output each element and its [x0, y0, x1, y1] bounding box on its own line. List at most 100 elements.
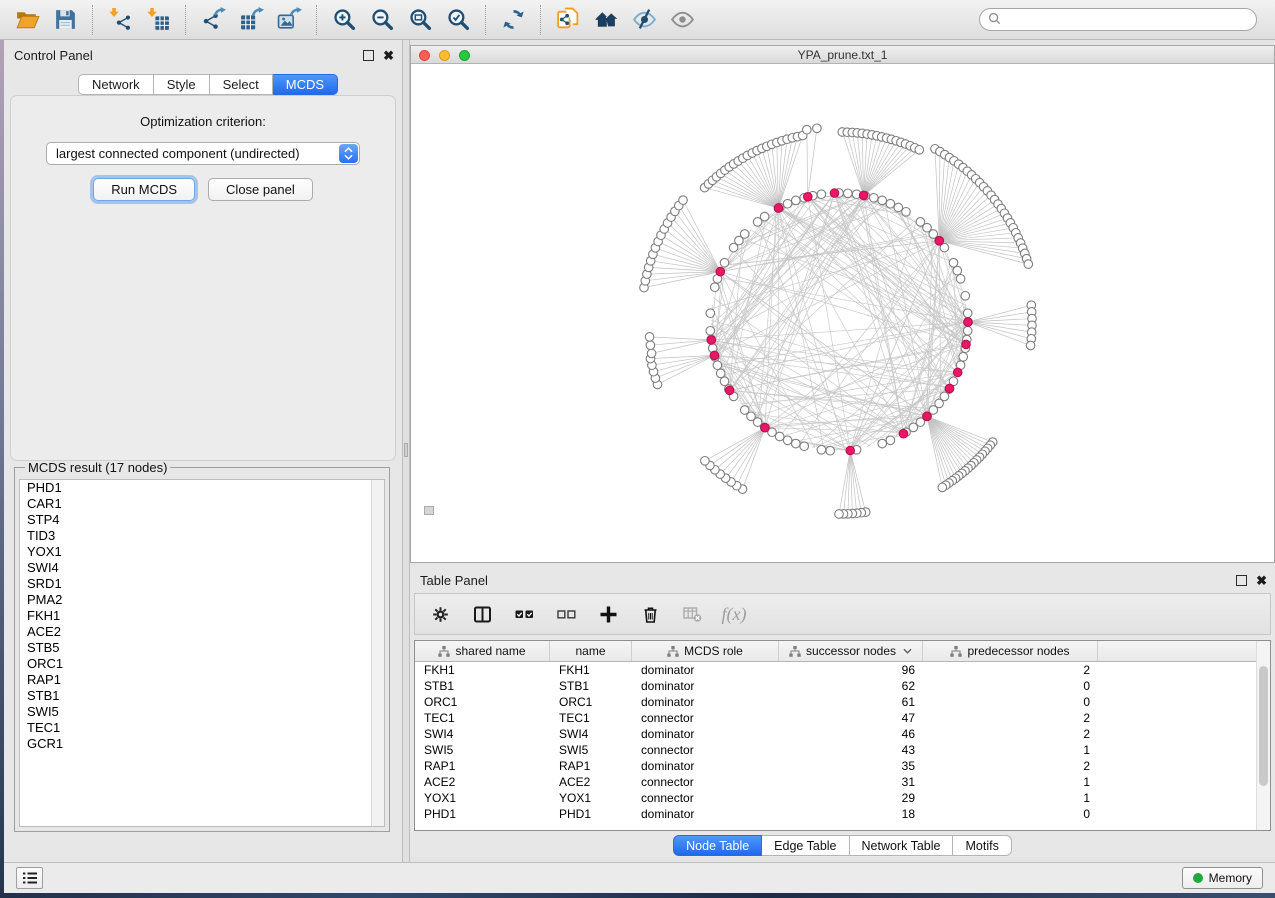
zoom-check-icon[interactable] [439, 3, 477, 37]
cell-MCDS-role[interactable]: connector [632, 742, 779, 758]
cell-predecessor-nodes[interactable]: 2 [923, 726, 1098, 742]
close-panel-button[interactable]: Close panel [208, 178, 313, 201]
cell-name[interactable]: ORC1 [550, 694, 632, 710]
cell-successor-nodes[interactable]: 61 [779, 694, 923, 710]
import-network-icon[interactable] [101, 3, 139, 37]
houses-icon[interactable] [587, 3, 625, 37]
table-row[interactable]: STB1STB1dominator620 [415, 678, 1270, 694]
result-node-item[interactable]: SWI4 [20, 560, 384, 576]
table-close-icon[interactable]: ✖ [1256, 575, 1267, 586]
result-node-item[interactable]: TEC1 [20, 720, 384, 736]
cell-MCDS-role[interactable]: dominator [632, 758, 779, 774]
cell-name[interactable]: TEC1 [550, 710, 632, 726]
result-node-item[interactable]: ACE2 [20, 624, 384, 640]
cell-MCDS-role[interactable]: connector [632, 790, 779, 806]
refresh-icon[interactable] [494, 3, 532, 37]
tab-select[interactable]: Select [210, 74, 273, 95]
column-header-successor-nodes[interactable]: successor nodes [779, 641, 923, 661]
cell-name[interactable]: FKH1 [550, 662, 632, 678]
tab-network-table[interactable]: Network Table [850, 835, 954, 856]
cell-name[interactable]: YOX1 [550, 790, 632, 806]
cell-shared-name[interactable]: SWI5 [415, 742, 550, 758]
cell-predecessor-nodes[interactable]: 1 [923, 742, 1098, 758]
save-floppy-icon[interactable] [46, 3, 84, 37]
table-scrollbar-thumb[interactable] [1259, 666, 1268, 786]
float-panel-icon[interactable] [363, 50, 374, 61]
column-header-predecessor-nodes[interactable]: predecessor nodes [923, 641, 1098, 661]
cell-predecessor-nodes[interactable]: 2 [923, 758, 1098, 774]
tab-node-table[interactable]: Node Table [673, 835, 762, 856]
close-panel-icon[interactable]: ✖ [383, 50, 394, 61]
cell-shared-name[interactable]: TEC1 [415, 710, 550, 726]
unchecked-boxes-icon[interactable] [553, 601, 579, 627]
search-input[interactable] [979, 8, 1257, 31]
table-row[interactable]: FKH1FKH1dominator962 [415, 662, 1270, 678]
result-node-item[interactable]: STP4 [20, 512, 384, 528]
result-node-item[interactable]: TID3 [20, 528, 384, 544]
column-header-shared-name[interactable]: shared name [415, 641, 550, 661]
table-row[interactable]: ORC1ORC1dominator610 [415, 694, 1270, 710]
cell-successor-nodes[interactable]: 62 [779, 678, 923, 694]
cell-successor-nodes[interactable]: 47 [779, 710, 923, 726]
zoom-in-icon[interactable] [325, 3, 363, 37]
cell-successor-nodes[interactable]: 96 [779, 662, 923, 678]
table-row[interactable]: SWI5SWI5connector431 [415, 742, 1270, 758]
cell-successor-nodes[interactable]: 35 [779, 758, 923, 774]
cell-MCDS-role[interactable]: connector [632, 710, 779, 726]
export-table-icon[interactable] [232, 3, 270, 37]
window-zoom-icon[interactable] [459, 50, 470, 61]
cell-MCDS-role[interactable]: dominator [632, 678, 779, 694]
eye-slash-icon[interactable] [625, 3, 663, 37]
table-row[interactable]: SWI4SWI4dominator462 [415, 726, 1270, 742]
cell-successor-nodes[interactable]: 43 [779, 742, 923, 758]
cell-MCDS-role[interactable]: dominator [632, 694, 779, 710]
plus-icon[interactable] [595, 601, 621, 627]
checked-boxes-icon[interactable] [511, 601, 537, 627]
cell-name[interactable]: SWI5 [550, 742, 632, 758]
result-node-item[interactable]: RAP1 [20, 672, 384, 688]
eye-icon[interactable] [663, 3, 701, 37]
cell-MCDS-role[interactable]: connector [632, 774, 779, 790]
cell-shared-name[interactable]: ACE2 [415, 774, 550, 790]
cell-shared-name[interactable]: SWI4 [415, 726, 550, 742]
tab-network[interactable]: Network [78, 74, 154, 95]
result-node-item[interactable]: PHD1 [20, 480, 384, 496]
table-row[interactable]: TEC1TEC1connector472 [415, 710, 1270, 726]
result-node-item[interactable]: SRD1 [20, 576, 384, 592]
cell-MCDS-role[interactable]: dominator [632, 662, 779, 678]
cell-name[interactable]: RAP1 [550, 758, 632, 774]
result-node-item[interactable]: FKH1 [20, 608, 384, 624]
network-graph-canvas[interactable] [411, 64, 1274, 562]
tab-style[interactable]: Style [154, 74, 210, 95]
cell-name[interactable]: PHD1 [550, 806, 632, 822]
table-scrollbar[interactable] [1256, 641, 1270, 830]
cell-name[interactable]: ACE2 [550, 774, 632, 790]
cell-predecessor-nodes[interactable]: 0 [923, 694, 1098, 710]
window-minimize-icon[interactable] [439, 50, 450, 61]
zoom-out-icon[interactable] [363, 3, 401, 37]
cell-predecessor-nodes[interactable]: 2 [923, 710, 1098, 726]
cell-name[interactable]: STB1 [550, 678, 632, 694]
export-network-icon[interactable] [194, 3, 232, 37]
window-close-icon[interactable] [419, 50, 430, 61]
cell-name[interactable]: SWI4 [550, 726, 632, 742]
open-folder-icon[interactable] [8, 3, 46, 37]
export-image-icon[interactable] [270, 3, 308, 37]
trash-icon[interactable] [637, 601, 663, 627]
result-node-item[interactable]: PMA2 [20, 592, 384, 608]
zoom-fit-icon[interactable] [401, 3, 439, 37]
table-row[interactable]: RAP1RAP1dominator352 [415, 758, 1270, 774]
table-row[interactable]: PHD1PHD1dominator180 [415, 806, 1270, 822]
documents-share-icon[interactable] [549, 3, 587, 37]
cell-shared-name[interactable]: PHD1 [415, 806, 550, 822]
splitter-grip[interactable] [404, 443, 408, 457]
result-node-item[interactable]: ORC1 [20, 656, 384, 672]
run-mcds-button[interactable]: Run MCDS [93, 178, 195, 201]
cell-successor-nodes[interactable]: 18 [779, 806, 923, 822]
cell-predecessor-nodes[interactable]: 0 [923, 806, 1098, 822]
cell-predecessor-nodes[interactable]: 2 [923, 662, 1098, 678]
cell-MCDS-role[interactable]: dominator [632, 726, 779, 742]
cell-predecessor-nodes[interactable]: 1 [923, 790, 1098, 806]
table-row[interactable]: ACE2ACE2connector311 [415, 774, 1270, 790]
result-list-scrollbar[interactable] [371, 480, 384, 826]
